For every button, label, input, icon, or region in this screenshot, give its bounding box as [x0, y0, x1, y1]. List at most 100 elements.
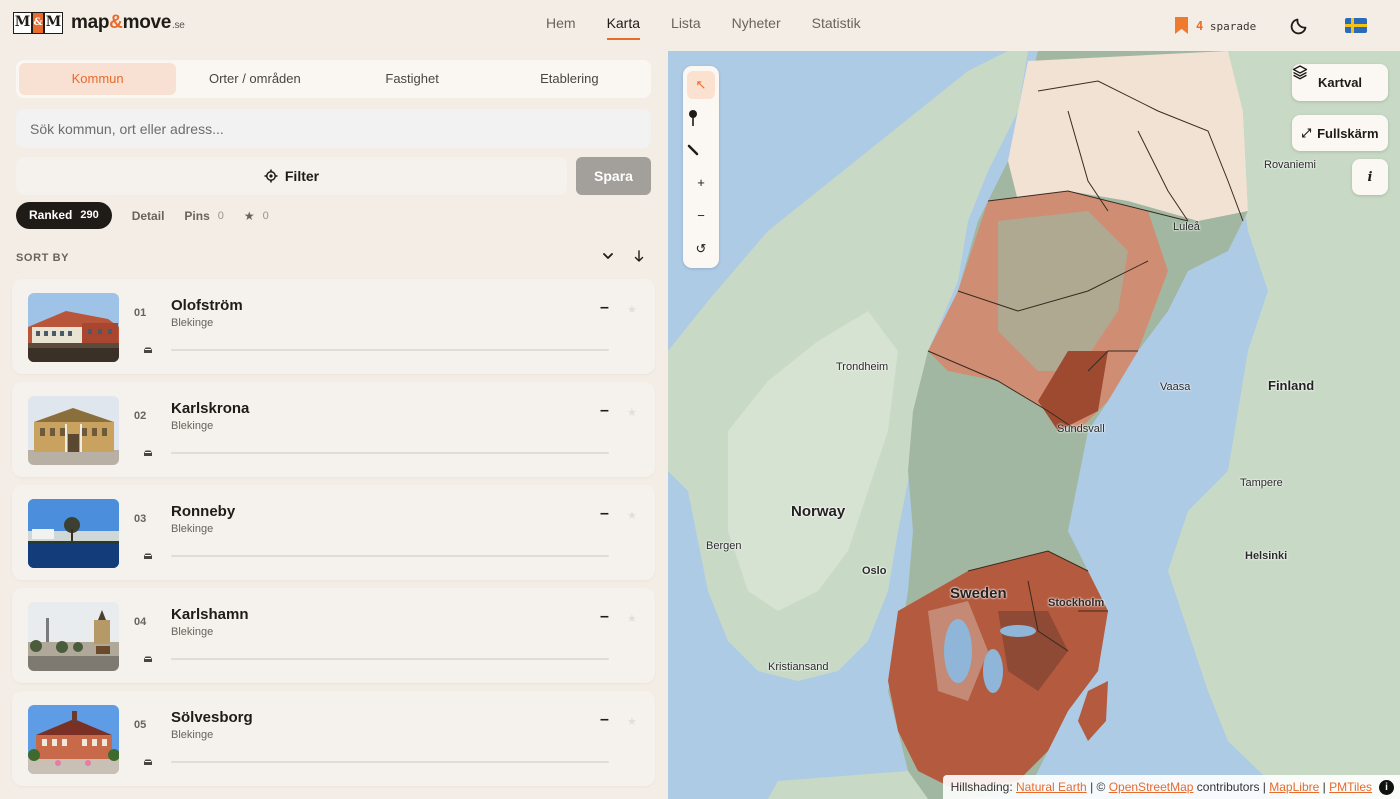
- rank-number: 01: [134, 307, 147, 319]
- favorite-star-icon[interactable]: ★: [627, 612, 637, 625]
- list-item[interactable]: 02 Karlskrona Blekinge – ★: [12, 382, 655, 477]
- rank-number: 02: [134, 410, 147, 422]
- municipality-photo: [28, 396, 119, 465]
- main-nav: Hem Karta Lista Nyheter Statistik: [546, 15, 892, 40]
- ruler-tool-icon[interactable]: [687, 136, 715, 164]
- car-icon: [144, 553, 152, 559]
- score-bar: [171, 349, 609, 351]
- swedish-flag-icon[interactable]: [1345, 18, 1367, 33]
- list-item[interactable]: 04 Karlshamn Blekinge – ★: [12, 588, 655, 683]
- view-favorites[interactable]: ★ 0: [244, 209, 269, 223]
- score-value: –: [600, 711, 609, 728]
- chevron-down-icon[interactable]: [601, 249, 615, 263]
- nav-lista[interactable]: Lista: [671, 15, 701, 40]
- map-label-vaasa: Vaasa: [1160, 381, 1191, 393]
- region-name: Blekinge: [171, 626, 214, 638]
- map-tools: ↖ + − ↺: [683, 66, 719, 268]
- pmtiles-link[interactable]: PMTiles: [1329, 780, 1372, 794]
- attribution-text: Hillshading:: [950, 780, 1013, 794]
- map-label-sweden: Sweden: [950, 585, 1007, 602]
- sort-direction-icon[interactable]: [632, 249, 646, 263]
- nav-nyheter[interactable]: Nyheter: [732, 15, 781, 40]
- logo-mark-icon: M & M: [13, 12, 63, 34]
- moon-icon[interactable]: [1290, 15, 1310, 35]
- score-value: –: [600, 299, 609, 316]
- rank-number: 04: [134, 616, 147, 628]
- tab-etablering[interactable]: Etablering: [491, 63, 648, 95]
- municipality-name: Ronneby: [171, 503, 236, 520]
- list-item[interactable]: 01 Olofström Blekinge – ★: [12, 279, 655, 374]
- favorite-star-icon[interactable]: ★: [627, 406, 637, 419]
- layers-icon: [1292, 65, 1308, 80]
- car-icon: [144, 759, 152, 765]
- layers-label: Kartval: [1317, 75, 1363, 90]
- attribution-text: | ©: [1090, 780, 1106, 794]
- nav-karta[interactable]: Karta: [606, 15, 641, 40]
- map-label-lulea: Luleå: [1173, 221, 1200, 233]
- region-name: Blekinge: [171, 317, 214, 329]
- saved-label: sparade: [1209, 19, 1257, 33]
- favorite-star-icon[interactable]: ★: [627, 303, 637, 316]
- search-input[interactable]: [16, 109, 651, 148]
- map-label-finland: Finland: [1268, 378, 1315, 393]
- list-item[interactable]: 05 Sölvesborg Blekinge – ★: [12, 691, 655, 786]
- logo-tld: .se: [172, 20, 185, 31]
- zoom-in-icon[interactable]: +: [687, 169, 715, 197]
- info-button[interactable]: i: [1352, 159, 1388, 195]
- logo-letter: M: [44, 12, 63, 34]
- attribution-text: |: [1322, 780, 1326, 794]
- list-item[interactable]: 03 Ronneby Blekinge – ★: [12, 485, 655, 580]
- maplibre-link[interactable]: MapLibre: [1269, 780, 1319, 794]
- nav-hem[interactable]: Hem: [546, 15, 576, 40]
- logo[interactable]: M & M map&move.se: [13, 12, 185, 34]
- pin-tool-icon[interactable]: [687, 104, 715, 132]
- tab-kommun[interactable]: Kommun: [19, 63, 177, 95]
- score-value: –: [600, 505, 609, 522]
- view-label: Pins: [184, 208, 210, 223]
- search-mode-tabs: Kommun Orter / områden Fastighet Etabler…: [16, 60, 651, 98]
- fullscreen-button[interactable]: ⤢ Fullskärm: [1292, 115, 1388, 151]
- zoom-out-icon[interactable]: −: [687, 202, 715, 230]
- saved-button[interactable]: 4 sparade: [1175, 17, 1256, 34]
- map-canvas[interactable]: Norway Sweden Finland Trondheim Bergen O…: [668, 51, 1400, 799]
- view-pins[interactable]: Pins 0: [184, 209, 223, 223]
- municipality-photo: [28, 705, 119, 774]
- view-detail[interactable]: Detail: [132, 209, 165, 223]
- score-value: –: [600, 402, 609, 419]
- nav-statistik[interactable]: Statistik: [812, 15, 861, 40]
- osm-link[interactable]: OpenStreetMap: [1109, 780, 1194, 794]
- pointer-tool-icon[interactable]: ↖: [687, 71, 715, 99]
- score-bar: [171, 761, 609, 763]
- save-button[interactable]: Spara: [576, 157, 651, 195]
- rank-number: 05: [134, 719, 147, 731]
- municipality-name: Karlshamn: [171, 606, 249, 623]
- view-ranked[interactable]: Ranked 290: [16, 202, 112, 229]
- attribution-info-icon[interactable]: i: [1379, 780, 1394, 795]
- logo-part: move: [122, 12, 172, 33]
- map-label-sundsvall: Sundsvall: [1057, 423, 1105, 435]
- filter-button[interactable]: Filter: [16, 157, 567, 195]
- map-label-bergen: Bergen: [706, 540, 742, 552]
- car-icon: [144, 347, 152, 353]
- map-label-helsinki: Helsinki: [1245, 550, 1288, 562]
- expand-icon: ⤢: [1301, 125, 1312, 140]
- saved-text: 4 sparade: [1196, 19, 1256, 33]
- favorite-star-icon[interactable]: ★: [627, 509, 637, 522]
- map-label-stockholm: Stockholm: [1048, 597, 1105, 609]
- logo-letter: M: [13, 12, 32, 34]
- reset-view-icon[interactable]: ↺: [687, 235, 715, 263]
- tab-orter[interactable]: Orter / områden: [176, 63, 333, 95]
- favorite-star-icon[interactable]: ★: [627, 715, 637, 728]
- attribution-text: contributors |: [1196, 780, 1266, 794]
- natural-earth-link[interactable]: Natural Earth: [1016, 780, 1087, 794]
- score-bar: [171, 452, 609, 454]
- filter-label: Filter: [284, 168, 320, 184]
- tab-fastighet[interactable]: Fastighet: [334, 63, 491, 95]
- score-bar: [171, 555, 609, 557]
- fullscreen-label: Fullskärm: [1317, 125, 1379, 141]
- logo-wordmark: map&move.se: [71, 12, 185, 34]
- municipality-name: Olofström: [171, 297, 243, 314]
- region-name: Blekinge: [171, 729, 214, 741]
- car-icon: [144, 656, 152, 662]
- layers-button[interactable]: Kartval: [1292, 64, 1388, 101]
